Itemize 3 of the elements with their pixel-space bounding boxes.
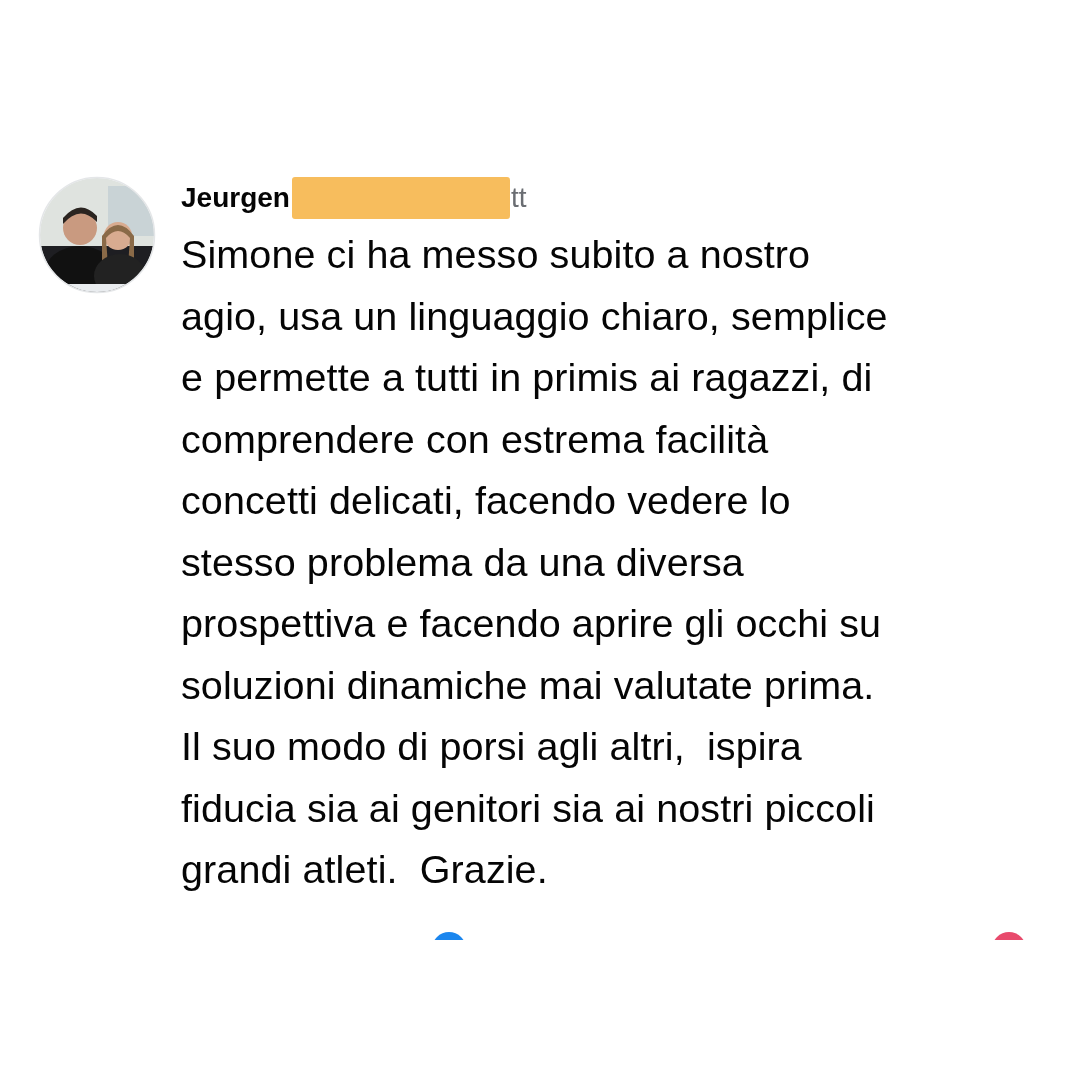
comment-text: Simone ci ha messo subito a nostro agio, usa un linguaggio chiaro, semplice e permette a tutti in primis ai ragazzi, di comprendere con estrema facilità concetti delicati, facendo vedere lo stesso problema da una diversa prospettiva e facendo aprire gli occhi su soluzioni dinamiche mai valutate prima. Il suo modo di porsi agli altri, ispira fiducia sia ai genitori sia ai nostri piccoli grandi atleti. Grazie. [181, 231, 888, 893]
author-name-fragment: tt [510, 182, 527, 214]
author-name[interactable]: Jeurgen [181, 182, 290, 214]
